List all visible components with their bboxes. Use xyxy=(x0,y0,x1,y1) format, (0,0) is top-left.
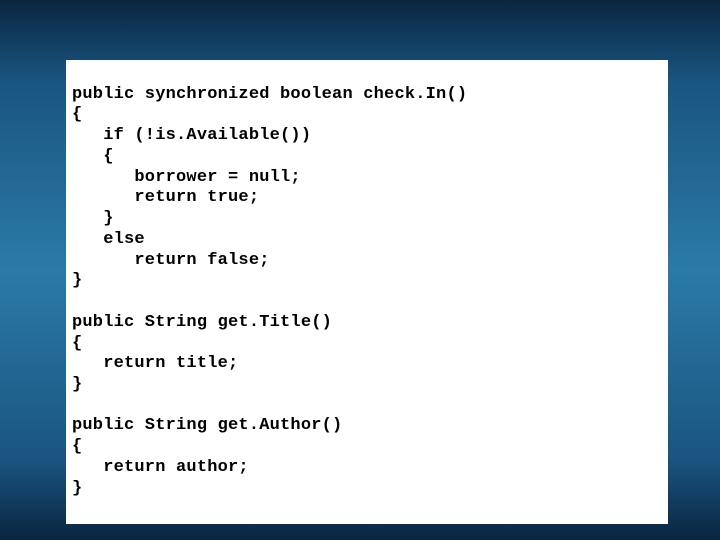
code-line: } xyxy=(72,479,82,498)
code-line: return title; xyxy=(72,354,238,373)
code-line: return false; xyxy=(72,251,270,270)
code-line: { xyxy=(72,437,82,456)
code-line: } xyxy=(72,375,82,394)
code-line: return author; xyxy=(72,458,249,477)
code-line: { xyxy=(72,147,114,166)
code-line: { xyxy=(72,334,82,353)
code-line: { xyxy=(72,105,82,124)
code-line: if (!is.Available()) xyxy=(72,126,311,145)
code-line: } xyxy=(72,209,114,228)
code-line: public String get.Title() xyxy=(72,313,332,332)
code-block: public synchronized boolean check.In() {… xyxy=(66,60,668,524)
code-line: return true; xyxy=(72,188,259,207)
code-line: public String get.Author() xyxy=(72,416,342,435)
code-line: borrower = null; xyxy=(72,168,301,187)
code-line: } xyxy=(72,271,82,290)
code-line: public synchronized boolean check.In() xyxy=(72,85,467,104)
code-line: else xyxy=(72,230,145,249)
slide: public synchronized boolean check.In() {… xyxy=(0,0,720,540)
